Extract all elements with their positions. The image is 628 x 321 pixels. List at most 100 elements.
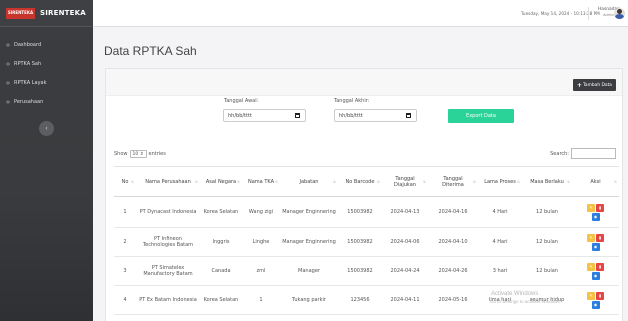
sort-icon: ⇅: [275, 179, 278, 184]
show-label: Show: [114, 151, 128, 157]
delete-icon[interactable]: ▮: [596, 262, 604, 271]
table-cell: Inggris: [200, 227, 242, 257]
end-date-placeholder: hh/bb/tttt: [339, 112, 363, 119]
entries-value: 10: [132, 151, 139, 157]
action-cell: ✎ ▮ ◉: [572, 256, 619, 286]
table-cell: Korea Selatan: [200, 285, 242, 315]
edit-icon[interactable]: ✎: [587, 262, 595, 271]
page-title: Data RPTKA Sah: [104, 44, 197, 58]
sidebar-item-rptka-layak[interactable]: ◎ RPTKA Layak: [0, 73, 93, 92]
topbar: Tuesday, May 14, 2024 - 10:13:28 PM Hasn…: [93, 0, 628, 27]
column-header[interactable]: No Barcode ⇅: [338, 166, 382, 197]
column-header[interactable]: Nama TKA ⇅: [242, 166, 280, 197]
end-date-input[interactable]: hh/bb/tttt: [334, 109, 417, 122]
table-cell: 4 Hari: [478, 196, 522, 228]
column-header[interactable]: Jabatan ⇅: [280, 166, 338, 197]
view-icon[interactable]: ◉: [591, 300, 600, 309]
data-table: No ⇅ Nama Perusahaan ⇅ Asal Negara ⇅ Nama T…: [114, 166, 619, 315]
table-cell: 4 Hari: [478, 227, 522, 257]
sidebar: SIRENTEKA SIRENTEKA ◎ Dashboard ◎ RPTKA …: [0, 0, 93, 321]
user-role: Admin: [603, 13, 615, 17]
activate-windows-hint: Go to Settings to activate Windows.: [490, 299, 562, 304]
add-data-button[interactable]: + Tambah Data: [572, 79, 616, 91]
start-date-placeholder: hh/bb/tttt: [228, 112, 252, 119]
edit-icon[interactable]: ✎: [587, 233, 595, 242]
delete-icon[interactable]: ▮: [596, 203, 604, 212]
table-cell: 12 bulan: [522, 227, 572, 257]
entries-label: entries: [148, 151, 166, 157]
sidebar-nav: ◎ Dashboard ◎ RPTKA Sah ◎ RPTKA Layak ◎ …: [0, 35, 93, 111]
start-date-input[interactable]: hh/bb/tttt: [223, 109, 306, 122]
edit-icon[interactable]: ✎: [587, 203, 595, 212]
sort-icon: ⇅: [195, 179, 198, 184]
data-card: + Tambah Data Tanggal Awal: hh/bb/tttt T…: [105, 68, 623, 321]
action-cell: ✎ ▮ ◉: [572, 227, 619, 257]
view-icon[interactable]: ◉: [591, 212, 600, 221]
table-cell: Korea Selatan: [200, 196, 242, 228]
sidebar-item-rptka-sah[interactable]: ◎ RPTKA Sah: [0, 54, 93, 73]
search: Search:: [550, 148, 616, 159]
table-cell: zml: [242, 256, 280, 286]
table-cell: 1: [114, 196, 136, 228]
brand-name: SIRENTEKA: [40, 9, 86, 17]
circle-icon: ◎: [6, 42, 10, 47]
brand[interactable]: SIRENTEKA SIRENTEKA: [0, 0, 93, 27]
activate-windows-watermark: Activate Windows: [491, 291, 539, 297]
column-header[interactable]: Tanggal Diterima ⇅: [428, 166, 478, 197]
circle-icon: ◎: [6, 99, 10, 104]
end-date-label: Tanggal Akhir:: [334, 98, 370, 104]
edit-icon[interactable]: ✎: [587, 291, 595, 300]
avatar[interactable]: [614, 8, 625, 19]
calendar-icon[interactable]: [406, 113, 411, 118]
view-icon[interactable]: ◉: [591, 242, 600, 251]
table-row: 3 PT Simatelex Manufactory Batam Canada …: [114, 256, 619, 286]
table-cell: Manager: [280, 256, 338, 286]
sidebar-item-perusahaan[interactable]: ◎ Perusahaan: [0, 92, 93, 111]
search-input[interactable]: [571, 148, 616, 159]
table-cell: Manager Enginnering: [280, 196, 338, 228]
add-data-label: Tambah Data: [582, 82, 612, 88]
sidebar-item-dashboard[interactable]: ◎ Dashboard: [0, 35, 93, 54]
table-cell: PT Simatelex Manufactory Batam: [136, 256, 200, 286]
column-header[interactable]: Aksi ⇅: [572, 166, 619, 197]
column-header[interactable]: Nama Perusahaan ⇅: [136, 166, 200, 197]
view-icon[interactable]: ◉: [591, 271, 600, 280]
sort-icon: ⇅: [377, 179, 380, 184]
column-header[interactable]: Tanggal Diajukan ⇅: [382, 166, 428, 197]
card-header: + Tambah Data: [106, 69, 622, 96]
table-cell: 2024-04-10: [428, 227, 478, 257]
table-cell: Tukang parkir: [280, 285, 338, 315]
table-cell: 2024-04-24: [382, 256, 428, 286]
topbar-divider: [588, 7, 589, 20]
table-cell: 2024-04-06: [382, 227, 428, 257]
chevron-updown-icon: ⇕: [139, 151, 144, 157]
calendar-icon[interactable]: [295, 113, 300, 118]
delete-icon[interactable]: ▮: [596, 291, 604, 300]
column-header[interactable]: Masa Berlaku ⇅: [522, 166, 572, 197]
export-data-button[interactable]: Export Data: [448, 109, 514, 123]
table-cell: 1: [242, 285, 280, 315]
table-cell: Manager Enginnering: [280, 227, 338, 257]
table-header-row: No ⇅ Nama Perusahaan ⇅ Asal Negara ⇅ Nama T…: [114, 166, 619, 197]
delete-icon[interactable]: ▮: [596, 233, 604, 242]
search-label: Search:: [550, 150, 569, 157]
table-row: 2 PT Infineon Technologies Batam Inggris…: [114, 227, 619, 257]
sidebar-collapse-button[interactable]: ‹: [39, 121, 54, 136]
table-cell: 2024-05-16: [428, 285, 478, 315]
column-header[interactable]: Lama Proses ⇅: [478, 166, 522, 197]
table-cell: Canada: [200, 256, 242, 286]
sort-icon: ⇅: [517, 179, 520, 184]
brand-logo-text: SIRENTEKA: [7, 10, 34, 15]
table-cell: 12 bulan: [522, 256, 572, 286]
column-header[interactable]: Asal Negara ⇅: [200, 166, 242, 197]
entries-select[interactable]: 10 ⇕: [129, 150, 147, 158]
table-cell: 12 bulan: [522, 196, 572, 228]
sidebar-item-label: Perusahaan: [14, 98, 44, 105]
sidebar-item-label: RPTKA Layak: [14, 79, 47, 86]
table-cell: PT Dynacast Indonesia: [136, 196, 200, 228]
circle-icon: ◎: [6, 61, 10, 66]
action-cell: ✎ ▮ ◉: [572, 196, 619, 228]
table-cell: 4: [114, 285, 136, 315]
table-row: 1 PT Dynacast Indonesia Korea Selatan Wa…: [114, 196, 619, 228]
column-header[interactable]: No ⇅: [114, 166, 136, 197]
